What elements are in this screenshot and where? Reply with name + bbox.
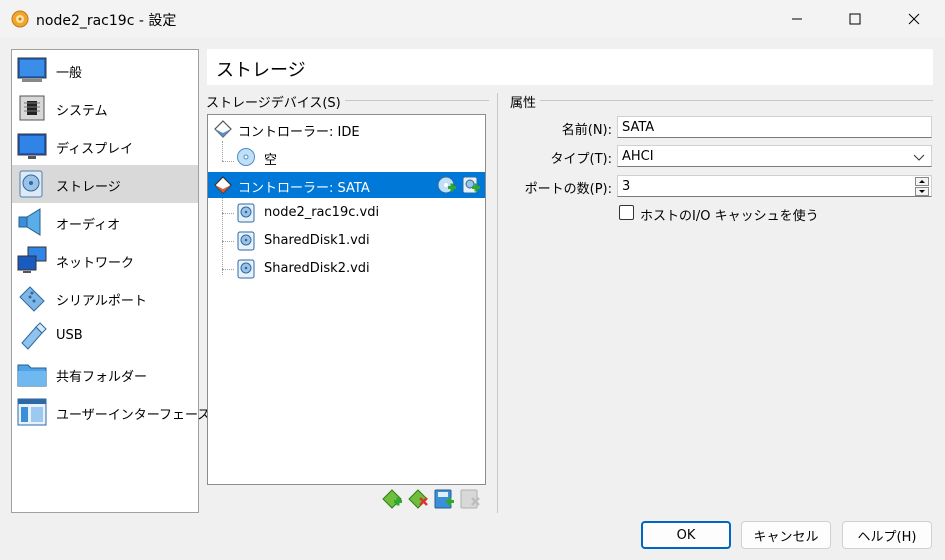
sidebar-item-general[interactable]: 一般 [12, 51, 198, 89]
ports-spinbox[interactable]: 3 [617, 175, 932, 197]
audio-icon [18, 208, 41, 236]
sidebar-item-label: ユーザーインターフェース [56, 408, 211, 423]
tree-item-label: コントローラー: SATA [238, 181, 370, 196]
display-icon [17, 133, 47, 159]
sidebar-item-label: 一般 [56, 66, 83, 81]
minimize-icon [792, 18, 802, 20]
panel-separator [497, 93, 498, 513]
type-label: タイプ(T): [550, 152, 612, 167]
add-hard-disk-icon[interactable] [461, 175, 481, 195]
ports-value: 3 [622, 179, 631, 194]
optical-disc-icon [237, 148, 255, 166]
tree-item-optical-empty[interactable]: 空 [208, 144, 485, 170]
sidebar-item-shared-folders[interactable]: 共有フォルダー [12, 355, 198, 393]
user-interface-icon [17, 398, 47, 426]
tree-item-label: SharedDisk1.vdi [264, 233, 370, 248]
spin-up-button[interactable] [915, 177, 929, 186]
hard-disk-icon [237, 231, 255, 251]
hard-disk-icon [237, 203, 255, 223]
sidebar-item-label: オーディオ [56, 218, 121, 233]
sidebar-item-label: システム [56, 104, 108, 119]
spin-down-button[interactable] [915, 187, 929, 196]
controller-ide-icon [214, 120, 232, 138]
tree-item-label: SharedDisk2.vdi [264, 261, 370, 276]
sidebar-item-label: シリアルポート [56, 294, 147, 309]
virtualbox-app-icon [11, 10, 29, 28]
help-button[interactable]: ヘルプ(H) [842, 521, 932, 549]
add-optical-drive-icon[interactable] [437, 175, 457, 195]
arrow-up-icon [919, 180, 925, 183]
hard-disk-icon [237, 259, 255, 279]
host-io-cache-checkbox[interactable] [619, 205, 634, 220]
sidebar-item-display[interactable]: ディスプレイ [12, 127, 198, 165]
sidebar-item-serial-port[interactable]: シリアルポート [12, 279, 198, 317]
host-io-cache-label: ホストのI/O キャッシュを使う [640, 209, 819, 224]
title-bar: node2_rac19c - 設定 [0, 0, 945, 38]
page-title: ストレージ [216, 60, 306, 81]
usb-icon [21, 322, 47, 350]
tree-item-disk-node2[interactable]: node2_rac19c.vdi [208, 200, 485, 226]
tree-item-label: コントローラー: IDE [238, 125, 360, 140]
serial-port-icon [19, 286, 45, 312]
ports-label: ポートの数(P): [524, 182, 612, 197]
sidebar-item-user-interface[interactable]: ユーザーインターフェース [12, 393, 210, 431]
controller-sata-icon [214, 176, 232, 194]
sidebar-item-storage[interactable]: ストレージ [12, 165, 198, 203]
sidebar-item-audio[interactable]: オーディオ [12, 203, 198, 241]
tree-item-controller-ide[interactable]: コントローラー: IDE [208, 116, 485, 142]
sidebar-item-label: ネットワーク [56, 256, 135, 271]
tree-item-disk-shared2[interactable]: SharedDisk2.vdi [208, 256, 485, 282]
sidebar-item-system[interactable]: システム [12, 89, 198, 127]
ok-button-label: OK [676, 527, 696, 543]
maximize-button[interactable] [832, 0, 878, 38]
type-select[interactable]: AHCI [617, 145, 932, 167]
network-icon [17, 246, 47, 273]
name-value: SATA [622, 120, 655, 135]
cancel-button[interactable]: キャンセル [741, 521, 831, 549]
ports-spinner[interactable] [915, 177, 929, 196]
sidebar-item-label: ストレージ [56, 180, 121, 195]
remove-controller-icon[interactable] [407, 489, 429, 509]
chevron-down-icon [913, 154, 925, 161]
name-field[interactable]: SATA [617, 116, 932, 138]
settings-sidebar: 一般 システム ディスプレイ ストレージ オーディオ ネットワーク シリアルポー… [11, 49, 210, 513]
help-button-label: ヘルプ(H) [857, 529, 917, 545]
minimize-button[interactable] [774, 0, 820, 38]
close-button[interactable] [891, 0, 937, 38]
sidebar-item-usb[interactable]: USB [12, 317, 198, 355]
page-header: ストレージ [207, 49, 933, 85]
close-icon [908, 13, 920, 25]
system-icon [19, 95, 45, 121]
attributes-label: 属性 [510, 92, 541, 111]
tree-item-disk-shared1[interactable]: SharedDisk1.vdi [208, 228, 485, 254]
sidebar-item-label: USB [56, 328, 83, 343]
add-attachment-icon[interactable] [433, 489, 455, 509]
maximize-icon [849, 13, 861, 25]
sidebar-item-network[interactable]: ネットワーク [12, 241, 198, 279]
storage-devices-label: ストレージデバイス(S) [206, 92, 345, 111]
attributes-divider [510, 100, 933, 101]
storage-tree[interactable]: コントローラー: IDE 空 コントローラー: SATA node2_rac19… [207, 114, 486, 485]
type-value: AHCI [622, 149, 654, 164]
general-icon [17, 57, 47, 82]
storage-icon [19, 170, 43, 198]
tree-item-label: 空 [264, 153, 278, 168]
sidebar-item-label: 共有フォルダー [56, 370, 148, 385]
add-controller-icon[interactable] [381, 489, 403, 509]
name-label: 名前(N): [561, 123, 612, 138]
ok-button[interactable]: OK [641, 521, 731, 549]
tree-item-label: node2_rac19c.vdi [264, 205, 380, 220]
arrow-down-icon [919, 190, 925, 193]
window-title: node2_rac19c - 設定 [36, 13, 177, 29]
sidebar-item-label: ディスプレイ [56, 142, 134, 157]
tree-item-controller-sata[interactable]: コントローラー: SATA [208, 172, 485, 198]
shared-folder-icon [17, 364, 47, 387]
remove-attachment-icon[interactable] [459, 489, 481, 509]
cancel-button-label: キャンセル [753, 529, 819, 545]
